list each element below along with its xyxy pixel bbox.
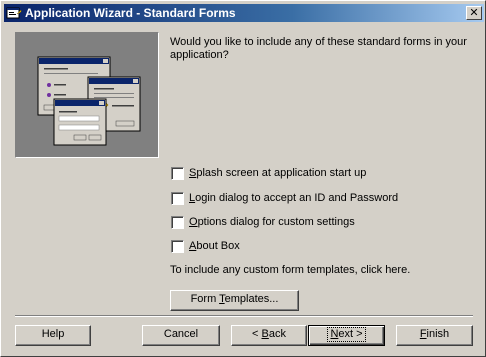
prompt-text: Would you like to include any of these s… <box>170 36 467 61</box>
login-dialog-checkbox[interactable] <box>171 191 184 205</box>
splash-screen-label: Splash screen at application start up <box>189 167 367 179</box>
forms-graphic <box>37 56 141 146</box>
button-separator <box>15 315 473 317</box>
wizard-app-icon <box>6 7 22 19</box>
finish-button[interactable]: Finish <box>396 325 473 346</box>
form-templates-button[interactable]: Form Templates... <box>170 290 299 311</box>
login-dialog-option[interactable]: Login dialog to accept an ID and Passwor… <box>171 191 398 205</box>
wizard-window: Application Wizard - Standard Forms ✕ Wo… <box>0 0 486 357</box>
login-dialog-label: Login dialog to accept an ID and Passwor… <box>189 192 399 204</box>
next-button-focus: Next > <box>327 327 366 342</box>
about-box-option[interactable]: About Box <box>171 239 240 253</box>
next-button[interactable]: Next > <box>308 325 385 346</box>
title-bar[interactable]: Application Wizard - Standard Forms ✕ <box>4 4 484 22</box>
standard-forms-illustration <box>15 32 159 158</box>
custom-templates-hint: To include any custom form templates, cl… <box>170 264 411 276</box>
window-title: Application Wizard - Standard Forms <box>25 6 236 20</box>
back-button[interactable]: < Back <box>231 325 307 346</box>
splash-screen-option[interactable]: Splash screen at application start up <box>171 166 366 180</box>
splash-screen-checkbox[interactable] <box>171 166 184 180</box>
options-dialog-label: Options dialog for custom settings <box>189 216 355 228</box>
options-dialog-checkbox[interactable] <box>171 215 184 229</box>
help-button[interactable]: Help <box>15 325 91 346</box>
options-dialog-option[interactable]: Options dialog for custom settings <box>171 215 355 229</box>
about-box-label: About Box <box>189 240 240 252</box>
about-box-checkbox[interactable] <box>171 239 184 253</box>
close-icon: ✕ <box>469 6 479 19</box>
cancel-button[interactable]: Cancel <box>142 325 220 346</box>
close-button[interactable]: ✕ <box>466 6 482 20</box>
